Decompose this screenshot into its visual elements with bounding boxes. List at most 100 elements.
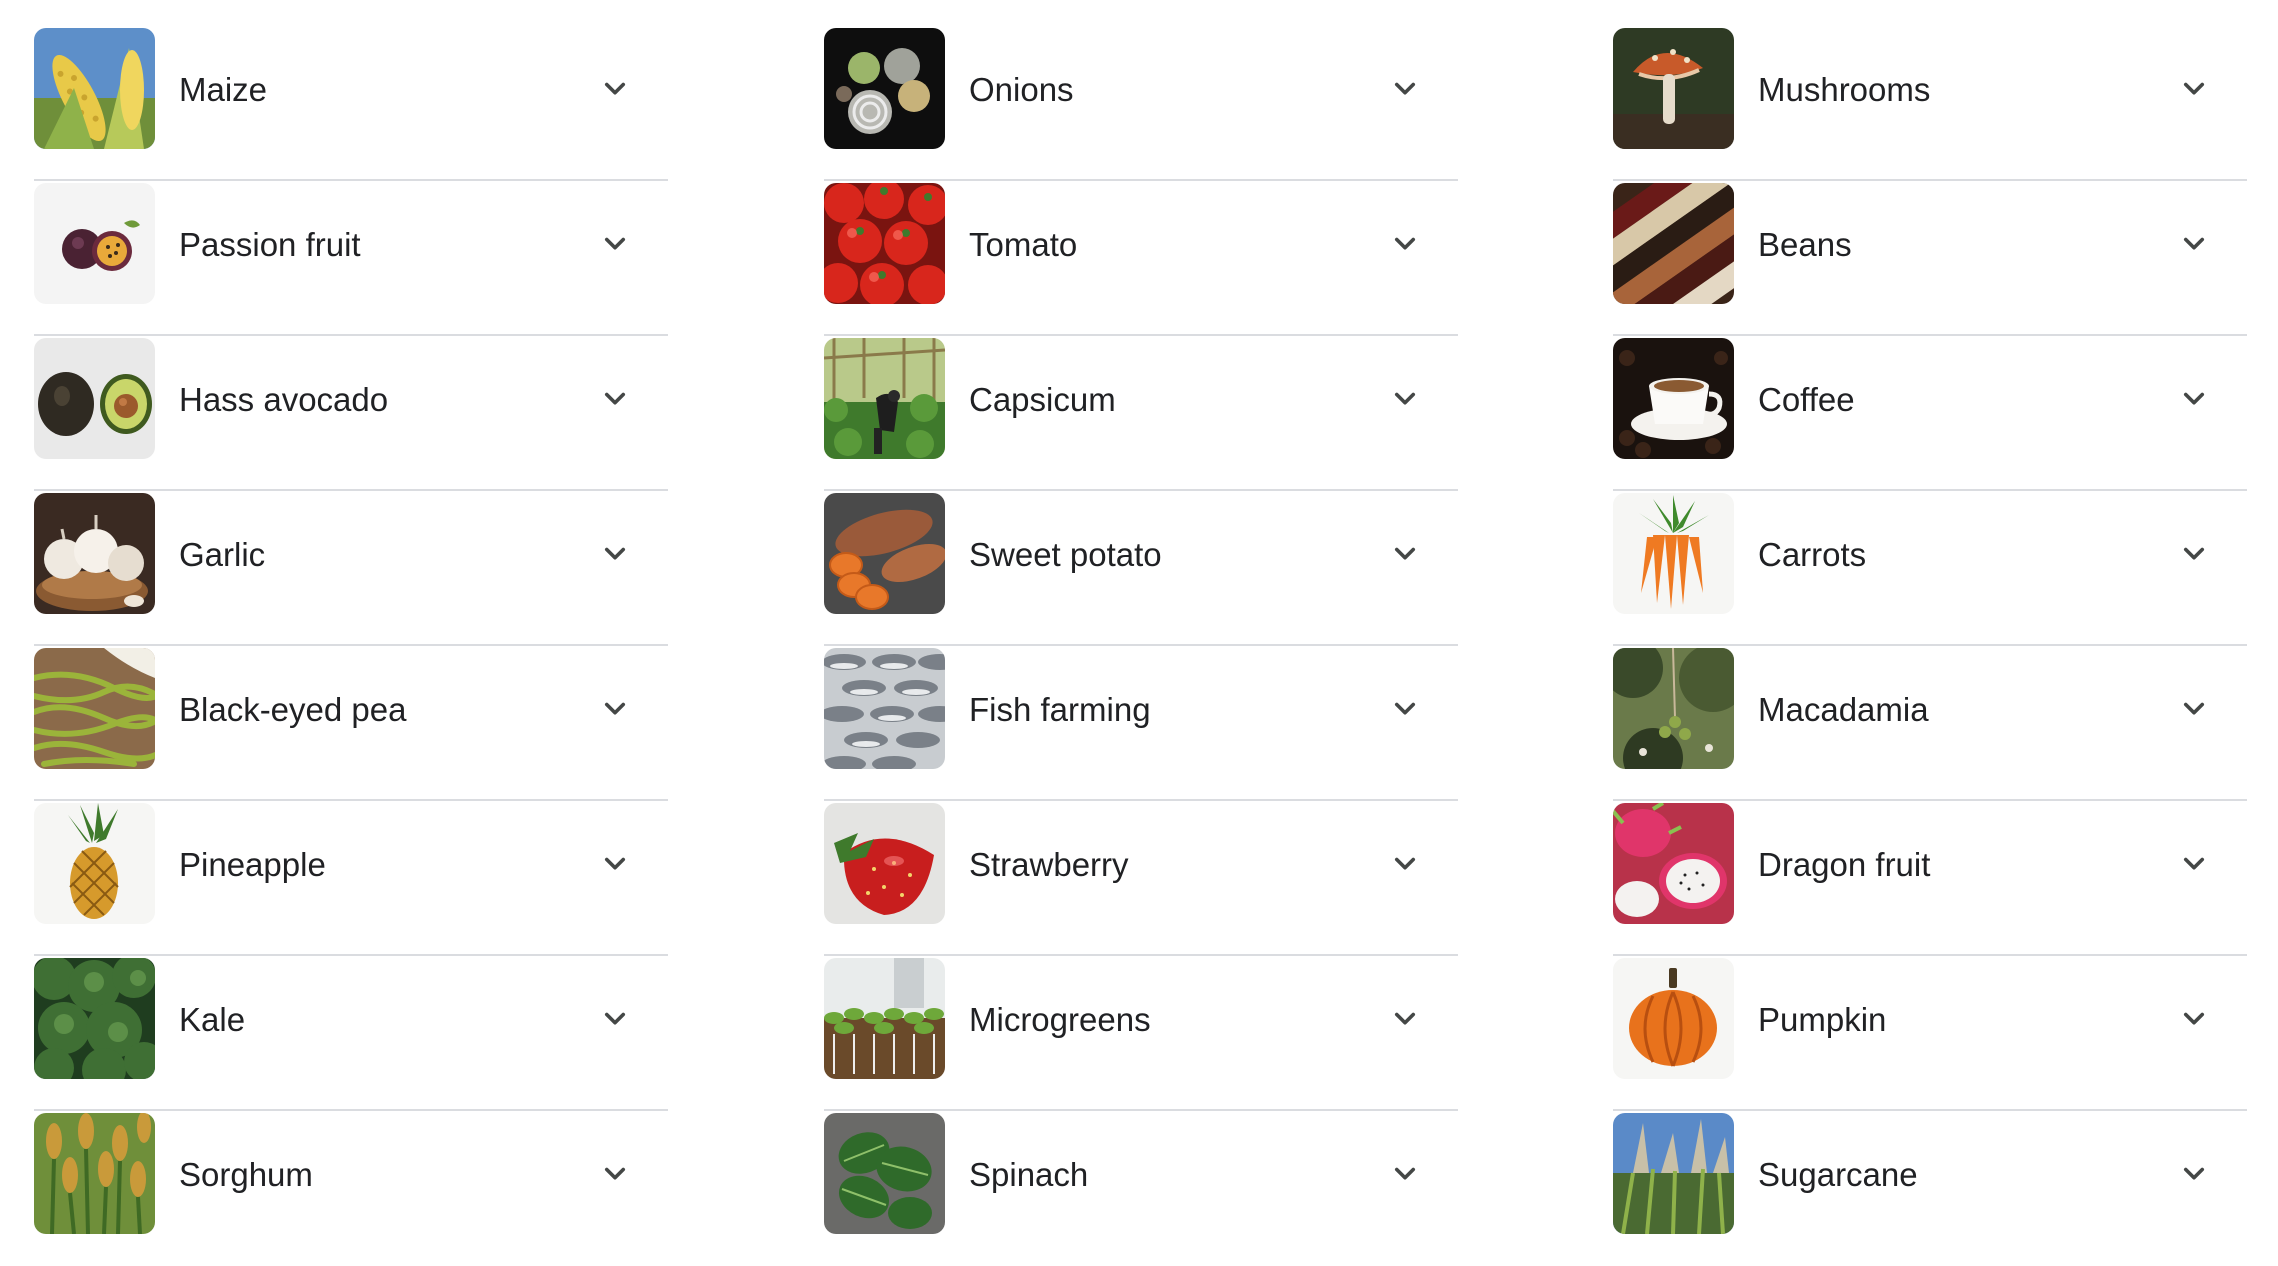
crop-label: Carrots — [1758, 536, 1867, 573]
crop-item-tomato[interactable]: Tomato — [824, 181, 1458, 336]
mushroom-in-soil-image — [1613, 28, 1734, 149]
crop-column-3: Mushrooms Beans Coffee Carrots Macadamia… — [1613, 26, 2247, 1266]
crop-label: Capsicum — [969, 381, 1116, 418]
chevron-down-icon[interactable] — [597, 1156, 633, 1192]
coffee-cup-and-beans-image — [1613, 338, 1734, 459]
crop-item-strawberry[interactable]: Strawberry — [824, 801, 1458, 956]
pineapple-image — [34, 803, 155, 924]
sorghum-field-image — [34, 1113, 155, 1234]
crop-label: Mushrooms — [1758, 71, 1931, 108]
crop-label: Garlic — [179, 536, 266, 573]
passion-fruit-halves-image — [34, 183, 155, 304]
tomatoes-pile-image — [824, 183, 945, 304]
crop-thumbnail-kale — [34, 958, 155, 1079]
crop-item-sugarcane[interactable]: Sugarcane — [1613, 1111, 2247, 1266]
crop-label: Beans — [1758, 226, 1852, 263]
crop-thumbnail-garlic — [34, 493, 155, 614]
crop-label: Passion fruit — [179, 226, 361, 263]
crop-thumbnail-onions — [824, 28, 945, 149]
crop-thumbnail-macadamia — [1613, 648, 1734, 769]
crop-label: Sugarcane — [1758, 1156, 1918, 1193]
crop-item-beans[interactable]: Beans — [1613, 181, 2247, 336]
sweet-potato-slices-image — [824, 493, 945, 614]
chevron-down-icon[interactable] — [2176, 691, 2212, 727]
crop-thumbnail-passion-fruit — [34, 183, 155, 304]
chevron-down-icon[interactable] — [1387, 226, 1423, 262]
chevron-down-icon[interactable] — [1387, 846, 1423, 882]
crop-label: Maize — [179, 71, 268, 108]
crop-label: Pumpkin — [1758, 1001, 1887, 1038]
crop-item-dragon-fruit[interactable]: Dragon fruit — [1613, 801, 2247, 956]
pumpkin-image — [1613, 958, 1734, 1079]
crop-item-garlic[interactable]: Garlic — [34, 491, 668, 646]
crop-thumbnail-dragon-fruit — [1613, 803, 1734, 924]
crop-thumbnail-strawberry — [824, 803, 945, 924]
black-eyed-pea-pods-image — [34, 648, 155, 769]
crop-item-carrots[interactable]: Carrots — [1613, 491, 2247, 646]
chevron-down-icon[interactable] — [597, 536, 633, 572]
chevron-down-icon[interactable] — [2176, 71, 2212, 107]
chevron-down-icon[interactable] — [1387, 536, 1423, 572]
crop-thumbnail-sugarcane — [1613, 1113, 1734, 1234]
chevron-down-icon[interactable] — [597, 691, 633, 727]
crop-label: Fish farming — [969, 691, 1151, 728]
crop-thumbnail-hass-avocado — [34, 338, 155, 459]
crop-item-sweet-potato[interactable]: Sweet potato — [824, 491, 1458, 646]
crop-thumbnail-black-eyed-pea — [34, 648, 155, 769]
crop-label: Macadamia — [1758, 691, 1929, 728]
chevron-down-icon[interactable] — [597, 381, 633, 417]
chevron-down-icon[interactable] — [2176, 536, 2212, 572]
chevron-down-icon[interactable] — [597, 226, 633, 262]
crop-label: Tomato — [969, 226, 1078, 263]
chevron-down-icon[interactable] — [2176, 226, 2212, 262]
carrots-bunch-image — [1613, 493, 1734, 614]
crop-item-kale[interactable]: Kale — [34, 956, 668, 1111]
spinach-leaves-image — [824, 1113, 945, 1234]
crop-thumbnail-sorghum — [34, 1113, 155, 1234]
chevron-down-icon[interactable] — [2176, 846, 2212, 882]
crop-item-onions[interactable]: Onions — [824, 26, 1458, 181]
crop-item-sorghum[interactable]: Sorghum — [34, 1111, 668, 1266]
crop-thumbnail-pumpkin — [1613, 958, 1734, 1079]
crop-label: Black-eyed pea — [179, 691, 407, 728]
chevron-down-icon[interactable] — [597, 846, 633, 882]
maize-cobs-image — [34, 28, 155, 149]
chevron-down-icon[interactable] — [1387, 691, 1423, 727]
chevron-down-icon[interactable] — [597, 1001, 633, 1037]
crop-item-passion-fruit[interactable]: Passion fruit — [34, 181, 668, 336]
crop-label: Microgreens — [969, 1001, 1151, 1038]
chevron-down-icon[interactable] — [1387, 71, 1423, 107]
crop-item-pineapple[interactable]: Pineapple — [34, 801, 668, 956]
crop-thumbnail-tomato — [824, 183, 945, 304]
chevron-down-icon[interactable] — [597, 71, 633, 107]
crop-item-hass-avocado[interactable]: Hass avocado — [34, 336, 668, 491]
crop-label: Sorghum — [179, 1156, 313, 1193]
crop-item-coffee[interactable]: Coffee — [1613, 336, 2247, 491]
kale-leaves-image — [34, 958, 155, 1079]
crop-item-mushrooms[interactable]: Mushrooms — [1613, 26, 2247, 181]
garlic-bulbs-in-bowl-image — [34, 493, 155, 614]
chevron-down-icon[interactable] — [2176, 1156, 2212, 1192]
chevron-down-icon[interactable] — [1387, 1156, 1423, 1192]
crop-item-macadamia[interactable]: Macadamia — [1613, 646, 2247, 801]
chevron-down-icon[interactable] — [1387, 381, 1423, 417]
crop-column-2: Onions Tomato Capsicum Sweet potato Fish… — [824, 26, 1458, 1266]
crop-item-microgreens[interactable]: Microgreens — [824, 956, 1458, 1111]
crop-thumbnail-capsicum — [824, 338, 945, 459]
crop-item-capsicum[interactable]: Capsicum — [824, 336, 1458, 491]
crop-item-black-eyed-pea[interactable]: Black-eyed pea — [34, 646, 668, 801]
crop-accordion-grid: Maize Passion fruit Hass avocado Garlic … — [0, 0, 2278, 1240]
crop-label: Strawberry — [969, 846, 1129, 883]
crop-item-maize[interactable]: Maize — [34, 26, 668, 181]
fish-rows-image — [824, 648, 945, 769]
crop-item-spinach[interactable]: Spinach — [824, 1111, 1458, 1266]
chevron-down-icon[interactable] — [1387, 1001, 1423, 1037]
chevron-down-icon[interactable] — [2176, 381, 2212, 417]
sugarcane-field-image — [1613, 1113, 1734, 1234]
chevron-down-icon[interactable] — [2176, 1001, 2212, 1037]
crop-thumbnail-mushrooms — [1613, 28, 1734, 149]
microgreens-tray-image — [824, 958, 945, 1079]
crop-label: Dragon fruit — [1758, 846, 1931, 883]
crop-item-pumpkin[interactable]: Pumpkin — [1613, 956, 2247, 1111]
crop-item-fish-farming[interactable]: Fish farming — [824, 646, 1458, 801]
